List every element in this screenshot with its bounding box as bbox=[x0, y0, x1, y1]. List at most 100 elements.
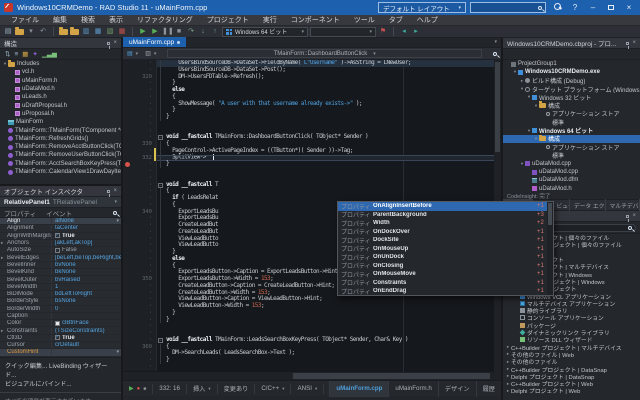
close-icon[interactable]: × bbox=[632, 213, 636, 219]
gutter-cell[interactable]: · bbox=[123, 215, 157, 222]
property-value[interactable]: ✓ True bbox=[52, 233, 121, 239]
ide-insight-button[interactable] bbox=[550, 0, 564, 15]
target-config-combo[interactable]: ▾ bbox=[310, 26, 376, 37]
expander-icon[interactable]: ▸ bbox=[1, 328, 3, 334]
new-form-icon[interactable] bbox=[59, 26, 68, 35]
property-value[interactable]: [beLeft,beTop,beRight,beBott bbox=[52, 255, 121, 261]
palette-item[interactable]: ▸ Delphi プロジェクト | Web bbox=[503, 387, 640, 395]
gutter-cell[interactable]: · bbox=[123, 60, 157, 67]
structure-item[interactable]: TMainForm::TMainForm(TComponent *Owner bbox=[0, 126, 121, 134]
completion-item[interactable]: プロパティ OnMouseMove +1 bbox=[338, 270, 553, 279]
close-icon[interactable]: × bbox=[113, 40, 117, 46]
gutter-cell[interactable]: · bbox=[123, 235, 157, 243]
property-row[interactable]: ▸ Anchors [akLeft,akTop] bbox=[0, 239, 121, 248]
close-button[interactable]: × bbox=[622, 0, 636, 15]
project-grid-icon[interactable]: ▦ bbox=[117, 26, 127, 38]
property-row[interactable]: BorderStyle bsNone bbox=[0, 298, 121, 306]
gutter-cell[interactable]: 340 bbox=[123, 208, 157, 216]
gutter-cell[interactable]: · bbox=[123, 147, 157, 155]
property-value[interactable]: bsNone bbox=[52, 298, 121, 304]
pin-icon[interactable] bbox=[107, 189, 111, 197]
tab-events[interactable]: イベント bbox=[46, 208, 72, 218]
gutter-cell[interactable]: · bbox=[123, 228, 157, 236]
project-item[interactable]: アプリケーション ストア bbox=[503, 110, 640, 118]
property-value[interactable]: crDefault bbox=[52, 342, 121, 348]
structure-item[interactable]: uLeads.h bbox=[0, 93, 121, 101]
property-value[interactable]: taCenter bbox=[52, 225, 121, 231]
gutter-cell[interactable]: · bbox=[123, 336, 157, 344]
maximize-button[interactable] bbox=[604, 0, 618, 15]
open-recent-icon[interactable]: ▾ bbox=[26, 26, 36, 38]
project-item[interactable]: ▾ uDataMod.cpp bbox=[503, 160, 640, 168]
gutter-cell[interactable]: · bbox=[123, 289, 157, 297]
gutter-cell[interactable]: · bbox=[123, 269, 157, 276]
fold-collapse-icon[interactable]: − bbox=[158, 135, 163, 141]
menu-item-2[interactable]: 検索 bbox=[74, 15, 102, 26]
gutter-cell[interactable]: · bbox=[123, 195, 157, 202]
gutter-cell[interactable]: 320 bbox=[123, 73, 157, 81]
pause-icon[interactable]: ❚❚ bbox=[162, 26, 174, 38]
property-row[interactable]: BorderWidth 0 bbox=[0, 305, 121, 313]
property-value[interactable]: [akLeft,akTop] bbox=[52, 240, 121, 246]
stop-mini-icon[interactable]: ■ bbox=[143, 386, 146, 392]
method-navigation-combo[interactable]: TMainForm::DashboardButtonClick ▾ bbox=[167, 49, 482, 58]
bottom-tab-header[interactable]: uMainForm.h bbox=[388, 380, 437, 397]
project-item[interactable]: ▾ Windows 32 ビット bbox=[503, 93, 640, 101]
gutter-cell[interactable]: · bbox=[123, 249, 157, 256]
structure-item[interactable]: TMainForm::RefreshGrids() bbox=[0, 135, 121, 143]
completion-item[interactable]: プロパティ Constraints +1 bbox=[338, 279, 553, 288]
completion-item[interactable]: プロパティ Width +2 bbox=[338, 219, 553, 228]
quick-edit-link[interactable]: クイック編集... bbox=[5, 363, 47, 370]
palette-item[interactable]: ダイナミックリンク ライブラリ bbox=[503, 329, 640, 336]
gutter-cell[interactable]: · bbox=[123, 188, 157, 195]
editor-hscrollbar[interactable] bbox=[123, 372, 501, 380]
gutter-cell[interactable]: · bbox=[123, 255, 157, 263]
expander-icon[interactable]: ▸ bbox=[1, 240, 3, 246]
property-row[interactable]: ▸ Constraints (TSizeConstraints) bbox=[0, 327, 121, 335]
property-value[interactable]: ▾ bbox=[52, 349, 121, 355]
completion-item[interactable]: プロパティ OnDockOver +1 bbox=[338, 228, 553, 237]
close-file-icon[interactable]: ▧ bbox=[105, 26, 115, 38]
checkbox-icon[interactable] bbox=[55, 247, 60, 253]
palette-item[interactable]: コンソール アプリケーション bbox=[503, 314, 640, 322]
palette-item[interactable]: ▸ C++Builder プロジェクト | DataSnap bbox=[503, 365, 640, 373]
run-icon[interactable]: ▶ bbox=[138, 26, 148, 38]
fold-collapse-icon[interactable]: − bbox=[158, 182, 163, 188]
property-row[interactable]: Color clBtnFace bbox=[0, 320, 121, 328]
help-button[interactable]: ? bbox=[568, 0, 582, 15]
structure-item[interactable]: vcl.h bbox=[0, 68, 121, 76]
property-row[interactable]: BevelKind bkNone bbox=[0, 269, 121, 277]
palette-item[interactable]: ▸ C++Builder プロジェクト | Web bbox=[503, 380, 640, 388]
gutter-cell[interactable]: · bbox=[123, 100, 157, 108]
bind-visually-link[interactable]: ビジュアルにバインド... bbox=[5, 381, 71, 388]
menu-item-5[interactable]: プロジェクト bbox=[200, 15, 256, 26]
palette-item[interactable]: 静的ライブラリ bbox=[503, 307, 640, 314]
close-icon[interactable]: × bbox=[632, 40, 636, 46]
checkbox-icon[interactable]: ✓ bbox=[55, 335, 60, 341]
gutter-cell[interactable]: · bbox=[123, 350, 157, 357]
gutter-cell[interactable]: · bbox=[123, 296, 157, 303]
structure-item[interactable]: MainForm bbox=[0, 118, 121, 126]
palette-item[interactable]: リソース DLL ウィザード bbox=[503, 336, 640, 343]
property-row[interactable]: Cursor crDefault bbox=[0, 342, 121, 350]
delete-item-icon[interactable]: ✦ bbox=[32, 49, 37, 60]
completion-item[interactable]: プロパティ DockSite +1 bbox=[338, 236, 553, 245]
gutter-cell[interactable]: · bbox=[123, 363, 157, 371]
property-row[interactable]: Ctl3D ✓ True bbox=[0, 334, 121, 343]
navigate-back-icon[interactable]: ◂ bbox=[399, 26, 409, 38]
gutter-cell[interactable]: · bbox=[123, 168, 157, 175]
gutter-cell[interactable]: · bbox=[123, 93, 157, 101]
property-value[interactable]: alNone ▾ bbox=[52, 218, 121, 224]
tab-umainform-cpp[interactable]: uMainForm.cpp bbox=[123, 37, 187, 47]
project-item[interactable]: ▾ターゲット プラットフォーム (Windows 64 ビット) bbox=[503, 85, 640, 93]
expander-icon[interactable]: ▸ bbox=[1, 255, 3, 261]
methods-list-icon[interactable]: ▤ bbox=[127, 50, 133, 57]
open-project-icon[interactable] bbox=[70, 26, 79, 35]
completion-item[interactable]: プロパティ OnUnDock +1 bbox=[338, 253, 553, 262]
property-value[interactable]: clBtnFace bbox=[52, 320, 121, 326]
project-item[interactable]: ProjectGroup1 bbox=[503, 60, 640, 68]
bottom-tab-design[interactable]: デザイン bbox=[437, 380, 476, 397]
close-icon[interactable]: × bbox=[113, 188, 117, 194]
project-item[interactable]: ▾ Windows10CRMDemo.exe bbox=[503, 68, 640, 76]
gutter-cell[interactable]: · bbox=[123, 303, 157, 310]
